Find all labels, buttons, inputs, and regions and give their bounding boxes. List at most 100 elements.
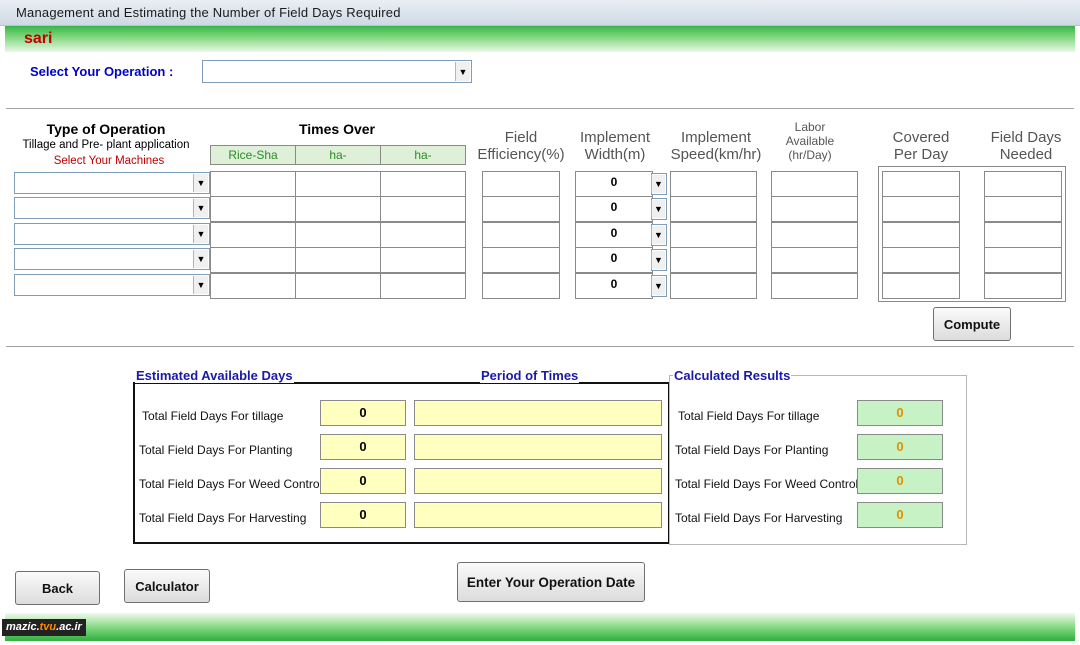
times-over-cell[interactable] [210,222,296,248]
header-band [5,26,1075,52]
calculated-row-label: Total Field Days For Planting [675,443,829,457]
machine-select[interactable]: ▼ [14,223,210,245]
machine-select[interactable]: ▼ [14,197,210,219]
times-over-cell[interactable] [210,273,296,299]
labor-header-line3: (hr/Day) [788,148,832,162]
times-over-cell[interactable] [210,247,296,273]
calculator-button[interactable]: Calculator [124,569,210,603]
implement-width-dropdown[interactable]: ▼ [651,249,667,271]
labor-header: Labor Available (hr/Day) [770,120,850,162]
compute-button[interactable]: Compute [933,307,1011,341]
app-name: sari [24,30,53,47]
calculated-days-value: 0 [857,502,943,528]
labor-available-cell[interactable] [771,273,858,299]
covered-per-day-cell [882,196,960,222]
calculated-days-value: 0 [857,468,943,494]
implement-speed-cell[interactable] [670,222,757,248]
chevron-down-icon: ▼ [193,250,208,268]
implement-width-dropdown[interactable]: ▼ [651,173,667,195]
field-days-needed-cell [984,171,1062,197]
labor-available-cell[interactable] [771,196,858,222]
period-of-times-field[interactable] [414,468,662,494]
period-of-times-field[interactable] [414,400,662,426]
period-of-times-field[interactable] [414,434,662,460]
operation-label: Select Your Operation : [30,64,174,79]
times-over-cell[interactable] [380,273,466,299]
estimated-days-value[interactable]: 0 [320,468,406,494]
machine-select[interactable]: ▼ [14,274,210,296]
field-efficiency-cell[interactable] [482,273,560,299]
back-button[interactable]: Back [15,571,100,605]
machine-select[interactable]: ▼ [14,172,210,194]
chevron-down-icon: ▼ [651,251,665,269]
times-over-cell[interactable] [295,171,381,197]
implement-width-header-line2: Width(m) [584,146,646,163]
estimated-days-value[interactable]: 0 [320,434,406,460]
times-over-cell[interactable] [295,273,381,299]
times-over-header: Times Over [298,121,375,137]
implement-width-header-line1: Implement [579,129,651,146]
calculated-row-label: Total Field Days For Harvesting [675,511,843,525]
times-col-3: ha- [380,145,466,165]
implement-speed-cell[interactable] [670,196,757,222]
times-over-cell[interactable] [295,222,381,248]
implement-width-cell[interactable]: 0 [575,247,653,273]
chevron-down-icon: ▼ [193,225,208,243]
implement-speed-header-line1: Implement [680,129,752,146]
times-over-cell[interactable] [380,171,466,197]
implement-width-cell[interactable]: 0 [575,196,653,222]
enter-operation-date-button[interactable]: Enter Your Operation Date [457,562,645,602]
period-of-times-field[interactable] [414,502,662,528]
times-over-cell[interactable] [210,171,296,197]
field-efficiency-header-line1: Field [504,129,538,146]
period-title: Period of Times [480,368,580,383]
window-title: Management and Estimating the Number of … [16,5,401,20]
implement-speed-cell[interactable] [670,273,757,299]
implement-speed-header-line2: Speed(km/hr) [670,146,762,163]
implement-speed-header: Implement Speed(km/hr) [662,129,770,163]
implement-speed-cell[interactable] [670,171,757,197]
field-efficiency-cell[interactable] [482,247,560,273]
field-efficiency-cell[interactable] [482,171,560,197]
covered-per-day-cell [882,247,960,273]
implement-width-cell[interactable]: 0 [575,171,653,197]
implement-speed-cell[interactable] [670,247,757,273]
app-window: Management and Estimating the Number of … [0,0,1080,645]
implement-width-dropdown[interactable]: ▼ [651,198,667,220]
implement-width-dropdown[interactable]: ▼ [651,275,667,297]
field-efficiency-cell[interactable] [482,196,560,222]
machine-select[interactable]: ▼ [14,248,210,270]
field-days-needed-cell [984,273,1062,299]
divider-middle [6,346,1074,347]
calculated-title: Calculated Results [673,368,792,383]
calculated-days-value: 0 [857,400,943,426]
labor-available-cell[interactable] [771,247,858,273]
times-over-cell[interactable] [380,222,466,248]
implement-width-dropdown[interactable]: ▼ [651,224,667,246]
covered-per-day-cell [882,222,960,248]
labor-available-cell[interactable] [771,222,858,248]
times-over-cell[interactable] [210,196,296,222]
watermark: mazic.tvu.ac.ir [2,619,86,636]
times-col-1: Rice-Sha [210,145,296,165]
operation-select[interactable]: ▼ [202,60,472,83]
times-over-cell[interactable] [380,247,466,273]
times-over-cell[interactable] [295,247,381,273]
times-over-cell[interactable] [295,196,381,222]
implement-width-cell[interactable]: 0 [575,222,653,248]
watermark-suffix: .ac.ir [56,621,82,633]
labor-header-line1: Labor [794,120,826,134]
labor-available-cell[interactable] [771,171,858,197]
field-days-header-line1: Field Days [990,129,1062,146]
field-efficiency-header-line2: Efficiency(%) [477,146,565,163]
chevron-down-icon: ▼ [651,277,665,295]
times-over-cell[interactable] [380,196,466,222]
watermark-prefix: mazic. [6,621,40,633]
covered-per-day-cell [882,171,960,197]
implement-width-cell[interactable]: 0 [575,273,653,299]
estimated-days-value[interactable]: 0 [320,400,406,426]
estimated-days-value[interactable]: 0 [320,502,406,528]
field-days-needed-cell [984,222,1062,248]
watermark-highlight: tvu [39,621,57,633]
field-efficiency-cell[interactable] [482,222,560,248]
